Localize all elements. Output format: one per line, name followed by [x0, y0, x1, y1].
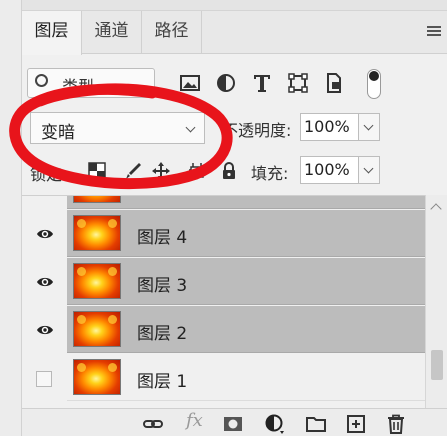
eye-icon	[37, 325, 53, 335]
opacity-field[interactable]: 100%	[300, 113, 359, 141]
layer-thumbnail	[73, 359, 121, 395]
layer-row[interactable]: 图层 1	[22, 354, 425, 402]
blend-mode-select[interactable]: 变暗	[30, 112, 205, 144]
layer-row[interactable]	[22, 196, 425, 210]
layer-row-body[interactable]: 图层 2	[67, 306, 425, 353]
lock-position-icon[interactable]	[152, 162, 170, 180]
opacity-dropdown-button[interactable]	[358, 113, 380, 141]
visibility-toggle[interactable]	[22, 354, 66, 402]
left-edge-panel	[0, 0, 22, 436]
panel-tab-bar: 图层 通道 路径	[22, 11, 447, 55]
layers-list: 图层 4 图层 3 图层 2 图层 1	[22, 195, 425, 408]
fill-field[interactable]: 100%	[300, 156, 359, 184]
chevron-down-icon	[185, 122, 196, 133]
layer-row[interactable]: 图层 4	[22, 210, 425, 258]
add-mask-icon[interactable]	[223, 414, 243, 434]
lock-all-icon[interactable]	[220, 162, 238, 180]
layer-row-body[interactable]: 图层 1	[67, 354, 425, 401]
visibility-toggle[interactable]	[22, 210, 66, 258]
layer-name: 图层 4	[137, 228, 188, 248]
filter-toggle-switch[interactable]	[367, 69, 381, 99]
new-group-icon[interactable]	[306, 414, 326, 434]
layer-row[interactable]: 图层 3	[22, 258, 425, 306]
layer-row-body[interactable]: 图层 4	[67, 210, 425, 257]
layers-bottom-bar: fx	[22, 408, 447, 436]
visibility-toggle[interactable]	[22, 258, 66, 306]
blend-mode-value: 变暗	[41, 123, 75, 143]
layer-row[interactable]: 图层 2	[22, 306, 425, 354]
fill-label: 填充:	[251, 164, 289, 183]
hidden-visibility-box	[36, 371, 52, 387]
lock-row: 锁定: 填充: 100%	[22, 150, 447, 190]
top-edge-strip	[22, 0, 447, 11]
delete-layer-icon[interactable]	[386, 414, 406, 434]
tab-paths[interactable]: 路径	[142, 11, 202, 54]
visibility-toggle[interactable]	[22, 196, 66, 210]
new-adjustment-icon[interactable]	[265, 414, 285, 434]
image-filter-icon[interactable]	[179, 72, 201, 94]
panel-menu-icon[interactable]	[427, 26, 441, 38]
tab-layers[interactable]: 图层	[22, 11, 82, 55]
layer-style-icon[interactable]: fx	[186, 410, 203, 431]
tab-channels[interactable]: 通道	[82, 11, 142, 54]
layer-thumbnail	[73, 196, 121, 203]
lock-image-pixels-icon[interactable]	[124, 162, 142, 180]
layer-thumbnail	[73, 311, 121, 347]
smart-object-filter-icon[interactable]	[323, 72, 345, 94]
link-layers-icon[interactable]	[143, 414, 163, 434]
eye-icon	[37, 277, 53, 287]
scroll-thumb[interactable]	[431, 350, 443, 380]
layer-row-body[interactable]	[67, 196, 425, 209]
layer-row-body[interactable]: 图层 3	[67, 258, 425, 305]
layer-thumbnail	[73, 263, 121, 299]
toggle-knob	[369, 71, 379, 81]
lock-artboard-icon[interactable]	[188, 162, 206, 180]
search-icon	[35, 74, 48, 87]
layer-name: 图层 1	[137, 372, 188, 392]
new-layer-icon[interactable]	[346, 414, 366, 434]
layer-name: 图层 3	[137, 276, 188, 296]
layer-thumbnail	[73, 215, 121, 251]
eye-icon	[37, 229, 53, 239]
shape-filter-icon[interactable]	[287, 72, 309, 94]
visibility-toggle[interactable]	[22, 306, 66, 354]
opacity-label: 不透明度:	[222, 121, 292, 140]
layer-name: 图层 2	[137, 324, 188, 344]
type-filter-icon[interactable]	[251, 72, 273, 94]
lock-label: 锁定:	[30, 165, 68, 184]
filter-kind-label: 类型	[62, 77, 95, 96]
lock-transparent-pixels-icon[interactable]	[88, 162, 106, 180]
scroll-up-arrow-icon[interactable]	[430, 203, 442, 215]
blend-mode-row: 变暗 不透明度: 100%	[22, 107, 447, 147]
layers-scrollbar[interactable]	[425, 195, 447, 408]
layer-filter-row: 类型	[22, 60, 447, 104]
adjustment-filter-icon[interactable]	[215, 72, 237, 94]
filter-kind-select[interactable]: 类型	[27, 68, 155, 98]
fill-dropdown-button[interactable]	[358, 156, 380, 184]
